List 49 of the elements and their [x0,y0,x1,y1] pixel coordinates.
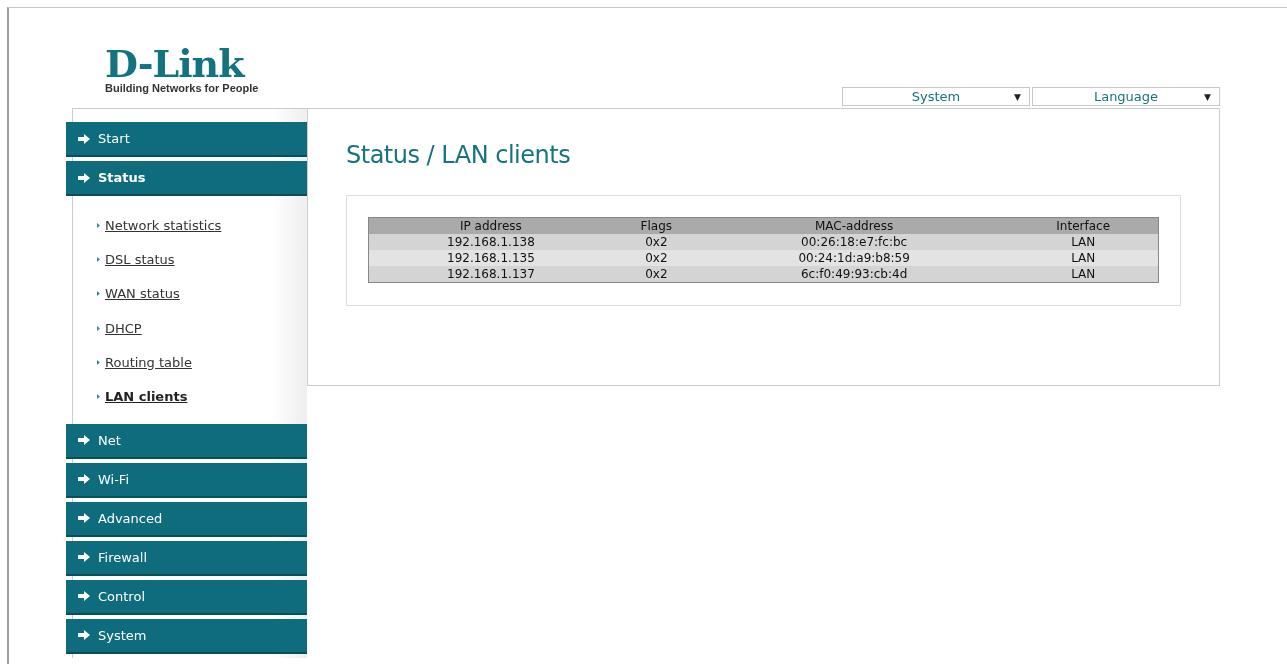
arrow-icon [78,435,90,446]
arrow-icon [78,552,90,563]
table-cell: 0x2 [612,234,700,250]
table-cell: 00:24:1d:a9:b8:59 [699,250,1009,266]
menu-item[interactable]: Status [66,161,307,194]
table-cell: 0x2 [612,250,700,266]
column-header: Interface [1008,217,1159,234]
table-cell: LAN [1008,234,1159,250]
page-title: Status / LAN clients [346,141,572,169]
submenu-link[interactable]: DHCP [105,320,142,336]
bullet-icon [97,359,100,365]
arrow-icon [78,474,90,485]
menu-item[interactable]: Wi-Fi [66,462,307,496]
menu-item[interactable]: Firewall [66,540,307,574]
arrow-icon [78,630,90,641]
submenu-link[interactable]: LAN clients [105,389,188,405]
arrow-icon [78,133,90,144]
table-cell: 192.168.1.138 [368,234,613,250]
table-cell: 192.168.1.137 [368,266,613,283]
bullet-icon [97,394,100,400]
table-cell: 0x2 [612,266,700,283]
bullet-icon [97,222,100,228]
submenu-link[interactable]: Routing table [105,354,192,370]
bullet-icon [97,325,100,331]
table-cell: LAN [1008,266,1159,283]
tagline: Building Networks for People [105,82,259,94]
bullet-icon [97,291,100,297]
table-cell: 00:26:18:e7:fc:bc [699,234,1009,250]
dropdown[interactable]: System ▼ [842,87,1030,106]
logo: D-Link [105,46,246,82]
arrow-icon [78,591,90,602]
table-cell: 192.168.1.135 [368,250,613,266]
menu-item[interactable]: System [66,618,307,652]
column-header: Flags [612,217,700,234]
submenu-link[interactable]: WAN status [105,286,180,302]
table-cell: 6c:f0:49:93:cb:4d [699,266,1009,283]
column-header: IP address [368,217,613,234]
dropdown[interactable]: Language ▼ [1032,87,1220,106]
submenu-link[interactable]: Network statistics [105,217,222,233]
column-header: MAC-address [699,217,1009,234]
table-cell: LAN [1008,250,1159,266]
menu-item[interactable]: Start [66,122,307,155]
bullet-icon [97,256,100,262]
menu-item[interactable]: Control [66,579,307,613]
arrow-icon [78,172,90,183]
menu-item[interactable]: Net [66,423,307,457]
arrow-icon [78,513,90,524]
menu-item[interactable]: Advanced [66,501,307,535]
submenu-link[interactable]: DSL status [105,251,175,267]
